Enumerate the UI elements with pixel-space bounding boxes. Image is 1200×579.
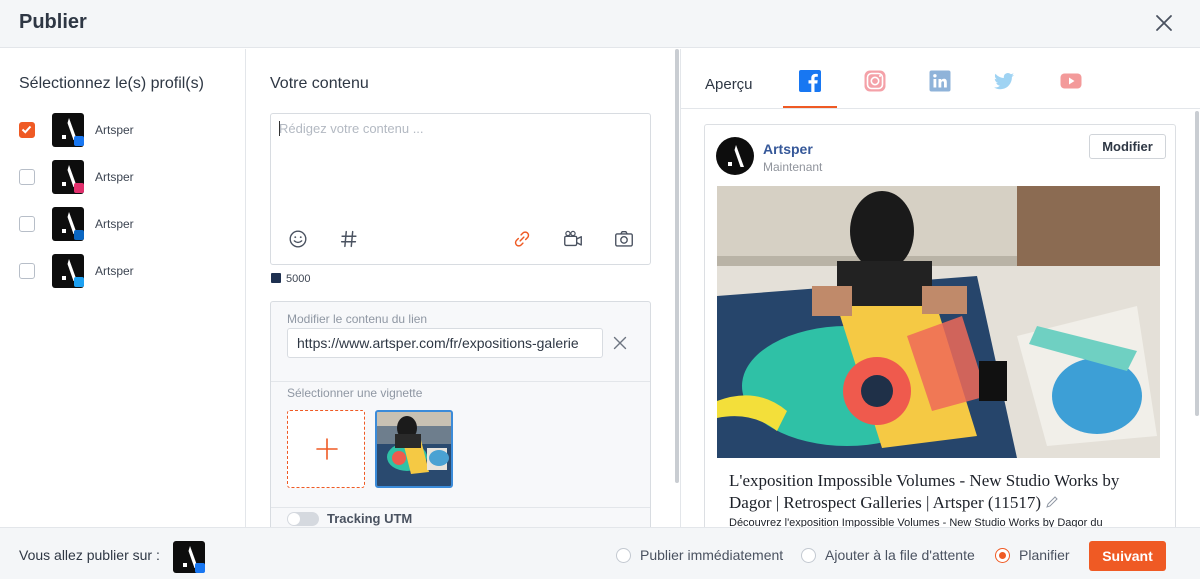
preview-panel: Aperçu Artsper Maintenant Modifier L'exp… <box>680 49 1200 527</box>
content-scrollbar[interactable] <box>675 49 679 483</box>
profile-item-twitter[interactable]: Artsper <box>19 254 229 288</box>
content-panel: Votre contenu Rédigez votre contenu ... <box>247 49 673 527</box>
edit-pencil-icon[interactable] <box>1045 495 1059 509</box>
emoji-icon[interactable] <box>286 228 310 250</box>
profile-name: Artsper <box>95 217 134 231</box>
video-icon[interactable] <box>561 228 585 250</box>
toggle-knob <box>288 513 300 525</box>
radio-label: Ajouter à la file d'attente <box>825 547 975 563</box>
publish-on-label: Vous allez publier sur : <box>19 547 160 563</box>
tab-twitter-icon[interactable] <box>992 69 1016 93</box>
profile-item-linkedin[interactable]: Artsper <box>19 207 229 241</box>
avatar <box>716 137 754 175</box>
profile-name: Artsper <box>95 170 134 184</box>
radio-label: Publier immédiatement <box>640 547 784 563</box>
character-counter: 5000 <box>271 273 310 285</box>
preview-label: Aperçu <box>705 76 753 93</box>
active-tab-indicator <box>783 106 837 108</box>
profiles-panel: Sélectionnez le(s) profil(s) Artsper Art… <box>0 49 246 527</box>
avatar <box>52 207 84 241</box>
link-preview-description: Découvrez l'exposition Impossible Volume… <box>729 517 1103 527</box>
profile-name: Artsper <box>95 123 134 137</box>
linkedin-icon <box>74 230 84 240</box>
camera-icon[interactable] <box>612 228 636 250</box>
divider <box>271 507 650 508</box>
tab-linkedin-icon[interactable] <box>928 69 952 93</box>
content-placeholder: Rédigez votre contenu ... <box>279 121 424 136</box>
facebook-icon <box>195 563 205 573</box>
radio-label: Planifier <box>1019 547 1070 563</box>
link-preview-title[interactable]: L'exposition Impossible Volumes - New St… <box>729 470 1149 514</box>
profile-item-facebook[interactable]: Artsper <box>19 113 229 147</box>
profile-checkbox[interactable] <box>19 216 35 232</box>
artwork-thumbnail-image <box>377 412 451 486</box>
radio-button[interactable] <box>616 548 631 563</box>
link-url-input[interactable] <box>287 328 603 358</box>
profile-name: Artsper <box>95 264 134 278</box>
dialog-title: Publier <box>19 11 87 33</box>
instagram-icon <box>74 183 84 193</box>
profile-checkbox[interactable] <box>19 263 35 279</box>
character-count: 5000 <box>286 273 311 285</box>
tab-instagram-icon[interactable] <box>863 69 887 93</box>
radio-button[interactable] <box>801 548 816 563</box>
divider <box>271 381 650 382</box>
utm-toggle[interactable] <box>287 512 319 526</box>
preview-tabs: Aperçu <box>681 49 1200 109</box>
link-content-label: Modifier le contenu du lien <box>287 312 428 326</box>
artwork-photo <box>717 186 1160 458</box>
avatar <box>52 160 84 194</box>
thumbnail-option-selected[interactable] <box>375 410 453 488</box>
dialog-footer: Vous allez publier sur : Publier immédia… <box>0 527 1200 579</box>
post-time: Maintenant <box>763 160 823 174</box>
facebook-icon <box>271 273 281 283</box>
post-preview-card: Artsper Maintenant Modifier L'exposition… <box>704 124 1176 527</box>
link-icon[interactable] <box>510 228 534 250</box>
add-thumbnail-button[interactable] <box>287 410 365 488</box>
avatar <box>52 113 84 147</box>
profile-item-instagram[interactable]: Artsper <box>19 160 229 194</box>
post-author-name[interactable]: Artsper <box>763 141 813 157</box>
content-editor[interactable]: Rédigez votre contenu ... <box>270 113 651 265</box>
tab-facebook-icon[interactable] <box>798 69 822 93</box>
hashtag-icon[interactable] <box>337 228 361 250</box>
modify-preview-button[interactable]: Modifier <box>1089 134 1166 159</box>
content-heading: Votre contenu <box>270 75 369 92</box>
plus-icon <box>316 438 338 460</box>
close-icon[interactable] <box>1154 13 1174 33</box>
link-preview-image <box>717 186 1160 458</box>
link-settings: Modifier le contenu du lien Sélectionner… <box>270 301 651 527</box>
facebook-icon <box>74 136 84 146</box>
radio-button[interactable] <box>995 548 1010 563</box>
thumbnail-label: Sélectionner une vignette <box>287 386 423 400</box>
selected-profile-avatar <box>173 541 205 573</box>
clear-link-icon[interactable] <box>613 336 627 350</box>
profile-checkbox[interactable] <box>19 122 35 138</box>
twitter-icon <box>74 277 84 287</box>
avatar <box>52 254 84 288</box>
dialog-header: Publier <box>0 0 1200 48</box>
utm-label: Tracking UTM <box>327 511 413 526</box>
text-caret <box>279 121 280 136</box>
profile-checkbox[interactable] <box>19 169 35 185</box>
profiles-heading: Sélectionnez le(s) profil(s) <box>19 75 204 92</box>
next-button[interactable]: Suivant <box>1089 541 1166 571</box>
tab-youtube-icon[interactable] <box>1059 69 1083 93</box>
preview-scrollbar[interactable] <box>1195 111 1199 416</box>
link-title-text: L'exposition Impossible Volumes - New St… <box>729 471 1120 512</box>
